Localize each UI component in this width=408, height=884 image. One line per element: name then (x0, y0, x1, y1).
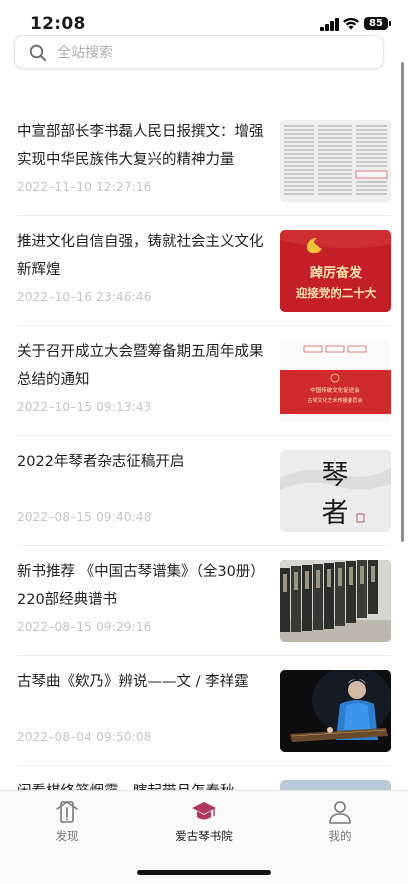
wifi-icon (343, 17, 359, 30)
article-title: 新书推荐 《中国古琴谱集》（全30册）220部经典谱书 (17, 564, 265, 608)
article-item[interactable]: 2022年琴者杂志征稿开启 2022–08–15 09:40:48 琴 者 (0, 436, 408, 546)
article-item[interactable]: 关于召开成立大会暨筹备期五周年成果总结的通知 2022–10–15 09:13:… (0, 326, 408, 436)
cellular-signal-icon (320, 18, 340, 31)
tab-label: 发现 (55, 829, 79, 843)
article-title: 中宣部部长李书磊人民日报撰文：增强实现中华民族伟大复兴的精神力量 (17, 124, 264, 168)
calligraphy-char-2: 者 (322, 498, 349, 529)
article-title: 古琴曲《欸乃》辨说——文 / 李祥霆 (17, 674, 249, 690)
search-input[interactable] (55, 40, 359, 66)
article-date: 2022–11–10 12:27:16 (17, 180, 152, 194)
article-item[interactable]: 推进文化自信自强，铸就社会主义文化新辉煌 2022–10–16 23:46:46… (0, 216, 408, 326)
tab-academy[interactable]: 爱古琴书院 (154, 799, 254, 844)
bookshelf-image (280, 560, 391, 642)
battery-icon: 85 (364, 17, 391, 30)
newspaper-image (280, 120, 391, 202)
calligraphy-char-1: 琴 (322, 460, 349, 491)
poster-text-line-2: 迎接党的二十大 (296, 286, 377, 300)
tab-discover[interactable]: 发现 (17, 799, 117, 844)
article-date: 2022–08–04 09:50:08 (17, 730, 152, 744)
article-date: 2022–08–15 09:40:48 (17, 510, 152, 524)
article-title: 推进文化自信自强，铸就社会主义文化新辉煌 (17, 234, 264, 278)
article-title: 2022年琴者杂志征稿开启 (17, 454, 185, 470)
article-title: 关于召开成立大会暨筹备期五周年成果总结的通知 (17, 344, 264, 388)
article-date: 2022–08–15 09:29:16 (17, 620, 152, 634)
article-date: 2022–10–16 23:46:46 (17, 290, 152, 304)
calligraphy-image: 琴 者 (280, 450, 391, 532)
tab-label: 我的 (328, 829, 352, 843)
article-item[interactable]: 中宣部部长李书磊人民日报撰文：增强实现中华民族伟大复兴的精神力量 2022–11… (0, 106, 408, 216)
tab-label: 爱古琴书院 (175, 829, 233, 843)
status-bar: 12:08 85 (0, 0, 408, 34)
user-icon (329, 801, 351, 824)
status-time: 12:08 (30, 14, 86, 34)
graduation-cap-icon (192, 802, 216, 820)
party-poster-image: 踔厉奋发 迎接党的二十大 (280, 230, 391, 312)
notice-poster-image: 中国传统文化促进会 古琴文化艺术传播委员会 (280, 340, 391, 422)
search-bar[interactable] (14, 35, 384, 69)
article-item[interactable]: 新书推荐 《中国古琴谱集》（全30册）220部经典谱书 2022–08–15 0… (0, 546, 408, 656)
poster-text-line-1: 中国传统文化促进会 (310, 386, 360, 394)
home-indicator (137, 870, 271, 875)
guqin-player-image (280, 670, 391, 752)
article-list: 中宣部部长李书磊人民日报撰文：增强实现中华民族伟大复兴的精神力量 2022–11… (0, 106, 408, 876)
poster-text-line-1: 踔厉奋发 (310, 265, 363, 281)
tab-profile[interactable]: 我的 (290, 799, 390, 844)
article-date: 2022–10–15 09:13:43 (17, 400, 152, 414)
upload-icon (56, 801, 78, 823)
search-icon (29, 44, 47, 62)
article-item[interactable]: 古琴曲《欸乃》辨说——文 / 李祥霆 2022–08–04 09:50:08 (0, 656, 408, 766)
poster-text-line-2: 古琴文化艺术传播委员会 (307, 397, 362, 404)
